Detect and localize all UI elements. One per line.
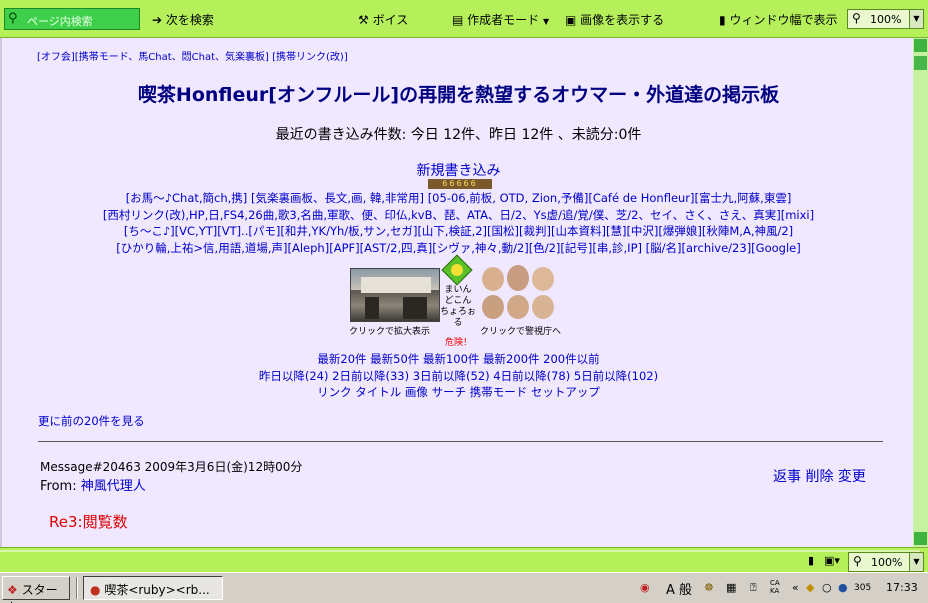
image-icon[interactable]: ▣▾ <box>824 554 840 567</box>
search-placeholder: ページ内検索 <box>27 15 93 28</box>
ime-tool-icon[interactable]: ☸ <box>704 581 714 594</box>
magnifier-icon: ⚲ <box>853 554 862 568</box>
chevron-down-icon[interactable]: ▼ <box>909 553 923 571</box>
link-row[interactable]: [西村リンク(改),HP,日,FS4,26曲,歌3,名曲,軍歌、便、印仏,kvB… <box>2 207 913 224</box>
sign-line: ちょろぉ <box>439 307 476 317</box>
zoom-select[interactable]: ⚲ 100% ▼ <box>847 9 924 29</box>
message-from: From: 神風代理人 <box>40 475 146 494</box>
find-next-label: 次を検索 <box>165 13 214 27</box>
wrench-icon: ⚒ <box>358 13 369 27</box>
faces-caption: クリックで警視庁へ <box>480 327 562 337</box>
image-icon: ▣ <box>565 13 577 27</box>
dropdown-arrow-icon: ▼ <box>543 17 550 26</box>
cafe-photo[interactable] <box>350 268 440 322</box>
top-links[interactable]: [オフ会][携帯モード、馬Chat、悶Chat、気楽裏板] [携帯リンク(改)] <box>37 48 348 63</box>
fit-width-label: ウィンドウ幅で表示 <box>729 13 838 27</box>
wanted-faces-photo[interactable] <box>480 265 556 321</box>
network-icon[interactable]: ○ <box>822 581 832 594</box>
page-search-input[interactable]: ⚲ ページ内検索 <box>4 8 140 30</box>
tray-expand-icon[interactable]: « <box>792 581 799 594</box>
help-icon[interactable]: ⍰ <box>750 581 757 595</box>
photo-caption: クリックで拡大表示 <box>349 327 431 337</box>
prev-20-link[interactable]: 更に前の20件を見る <box>38 413 145 429</box>
task-label: 喫茶<ruby><rb... <box>104 583 210 597</box>
status-bar: ▮ ▣▾ ⚲ 100% ▼ <box>0 547 928 572</box>
taskbar-divider <box>76 577 78 599</box>
fit-width-button[interactable]: ▮ ウィンドウ幅で表示 <box>719 11 837 28</box>
tray-app-icon[interactable]: ◉ <box>640 581 650 594</box>
link-row[interactable]: [お馬～♪Chat,簡ch,携] [気楽裏画板、長文,画, 韓,非常用] [05… <box>2 190 913 207</box>
task-button-browser[interactable]: ● 喫茶<ruby><rb... <box>83 576 223 600</box>
page-title: 喫茶Honfleur[オンフルール]の再開を熱望するオウマー・外道達の掲示板 <box>137 84 780 106</box>
message-meta: Message#20463 2009年3月6日(金)12時00分 <box>40 460 303 474</box>
browser-icon: ● <box>90 583 101 597</box>
danger-label: 危険！ <box>445 338 473 348</box>
counter-digits: 66666 <box>442 179 478 188</box>
nav-links[interactable]: リンク タイトル 画像 サーチ 携帯モード セットアップ <box>2 384 913 400</box>
start-button[interactable]: ❖ スタート <box>2 576 70 603</box>
tray-number: 305 <box>854 583 872 593</box>
status-zoom-value: 100% <box>871 556 903 569</box>
show-images-label: 画像を表示する <box>580 13 665 27</box>
page-content: [オフ会][携帯モード、馬Chat、悶Chat、気楽裏板] [携帯リンク(改)]… <box>0 38 913 547</box>
caps-kana-icon[interactable]: CA KA <box>770 579 780 595</box>
voice-label: ボイス <box>372 13 409 27</box>
document-icon: ▤ <box>452 13 464 27</box>
fit-width-icon: ▮ <box>719 13 726 27</box>
sign-text: まいん どこん ちょろぉ る <box>438 285 478 329</box>
search-icon: ⚲ <box>8 11 18 26</box>
browser-toolbar: ⚲ ページ内検索 ➔ 次を検索 ⚒ ボイス ▤ 作成者モード ▼ ▣ 画像を表示… <box>0 0 928 38</box>
author-mode-button[interactable]: ▤ 作成者モード ▼ <box>452 11 549 28</box>
ime-dictionary-icon[interactable]: ▦ <box>726 581 736 594</box>
from-name-link[interactable]: 神風代理人 <box>81 479 146 494</box>
sign-line: まいん <box>444 285 472 295</box>
system-tray: ◉ A 般 ☸ ▦ ⍰ CA KA « ◆ ○ ● 305 17:33 <box>640 576 926 600</box>
author-mode-label: 作成者モード <box>467 13 540 27</box>
arrow-right-icon: ➔ <box>152 13 163 27</box>
windows-taskbar: ❖ スタート ● 喫茶<ruby><rb... ◉ A 般 ☸ ▦ ⍰ CAKA… <box>0 572 928 603</box>
clock: 17:33 <box>886 581 918 594</box>
scroll-up-icon[interactable] <box>914 39 927 52</box>
divider <box>38 441 883 442</box>
sign-face-icon <box>451 264 463 276</box>
link-row[interactable]: [ち～こ♪][VC,YT][VT]..[パモ][和井,YK/Yh/板,サン,セガ… <box>2 223 913 240</box>
sign-line: どこん <box>444 296 472 306</box>
vertical-scrollbar[interactable] <box>913 38 928 547</box>
post-stats: 最近の書き込み件数: 今日 12件、昨日 12件 、未読分:0件 <box>275 127 642 143</box>
find-next-button[interactable]: ➔ 次を検索 <box>152 11 214 28</box>
days-links[interactable]: 昨日以降(24) 2日前以降(33) 3日前以降(52) 4日前以降(78) 5… <box>2 368 913 384</box>
message-subject: Re3:閲覧数 <box>49 513 128 531</box>
status-separator <box>0 550 920 552</box>
scroll-down-icon[interactable] <box>914 532 927 545</box>
windows-logo-icon: ❖ <box>7 583 18 597</box>
voice-button[interactable]: ⚒ ボイス <box>358 11 408 28</box>
chevron-down-icon[interactable]: ▼ <box>909 10 923 28</box>
message-actions[interactable]: 返事 削除 変更 <box>773 466 866 486</box>
zoom-value: 100% <box>870 13 902 26</box>
link-block: [お馬～♪Chat,簡ch,携] [気楽裏画板、長文,画, 韓,非常用] [05… <box>2 190 913 256</box>
from-label: From: <box>40 479 77 494</box>
sign-line: る <box>453 318 463 328</box>
recent-links[interactable]: 最新20件 最新50件 最新100件 最新200件 200件以前 <box>2 351 913 367</box>
magnifier-icon: ⚲ <box>852 11 861 25</box>
show-images-button[interactable]: ▣ 画像を表示する <box>565 11 664 28</box>
status-zoom-select[interactable]: ⚲ 100% ▼ <box>848 552 924 572</box>
tray-status-icon[interactable]: ● <box>838 581 848 594</box>
lock-icon[interactable]: ◆ <box>806 581 814 594</box>
fit-width-icon[interactable]: ▮ <box>808 554 814 567</box>
visit-counter: 66666 <box>428 179 492 189</box>
new-post-link[interactable]: 新規書き込み <box>2 160 913 180</box>
link-row[interactable]: [ひかり輪,上祐>信,用語,道場,声][Aleph][APF][AST/2,四,… <box>2 240 913 257</box>
scroll-thumb[interactable] <box>914 56 927 70</box>
ime-mode[interactable]: A 般 <box>666 579 692 598</box>
